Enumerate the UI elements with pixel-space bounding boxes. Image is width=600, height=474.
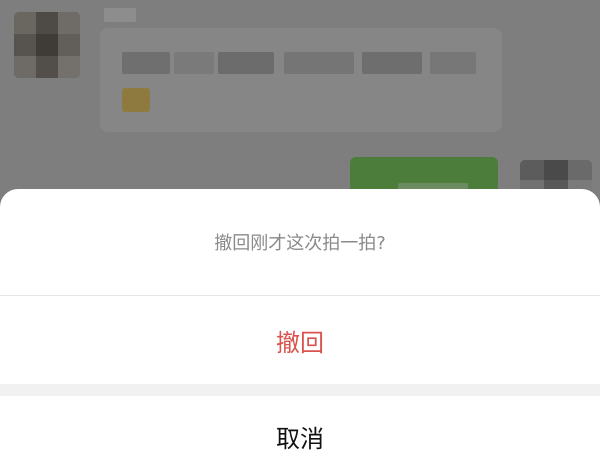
sender-name-redacted	[104, 8, 136, 22]
section-gap	[0, 384, 600, 396]
cancel-button[interactable]: 取消	[0, 396, 600, 474]
incoming-message-bubble[interactable]	[100, 28, 502, 132]
recall-action-sheet: 撤回刚才这次拍一拍? 撤回 取消	[0, 189, 600, 474]
sheet-prompt: 撤回刚才这次拍一拍?	[214, 233, 386, 254]
recall-button[interactable]: 撤回	[0, 296, 600, 384]
contact-avatar	[14, 12, 80, 78]
emoji-icon	[122, 88, 150, 112]
